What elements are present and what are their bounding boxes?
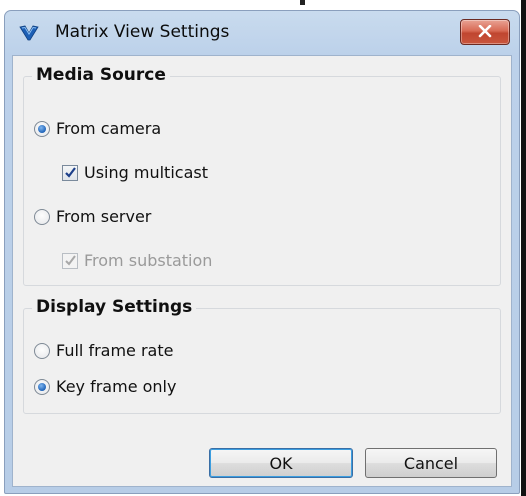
- background-mark: [300, 0, 305, 5]
- using-multicast-checkbox[interactable]: Using multicast: [62, 163, 208, 182]
- title-bar[interactable]: Matrix View Settings: [5, 11, 519, 55]
- display-settings-title: Display Settings: [32, 297, 197, 317]
- display-settings-group: Display Settings Full frame rate Key fra…: [23, 297, 501, 414]
- checkbox-checked-icon: [62, 164, 78, 181]
- window-title: Matrix View Settings: [55, 22, 230, 42]
- radio-selected-icon: [34, 378, 50, 395]
- from-server-label: From server: [56, 207, 152, 226]
- radio-selected-icon: [34, 120, 50, 137]
- ok-button[interactable]: OK: [209, 448, 353, 478]
- full-frame-rate-radio[interactable]: Full frame rate: [34, 341, 173, 360]
- media-source-group: Media Source From camera Using multicast…: [23, 65, 501, 286]
- key-frame-only-label: Key frame only: [56, 377, 177, 396]
- media-source-title: Media Source: [32, 65, 170, 85]
- checkbox-disabled-checked-icon: [62, 252, 78, 269]
- background-edge: [0, 0, 526, 496]
- close-button[interactable]: [460, 19, 510, 45]
- using-multicast-label: Using multicast: [84, 163, 208, 182]
- full-frame-rate-label: Full frame rate: [56, 341, 174, 360]
- cancel-button[interactable]: Cancel: [365, 448, 497, 478]
- from-camera-radio[interactable]: From camera: [34, 119, 161, 138]
- from-camera-label: From camera: [56, 119, 162, 138]
- background-right-edge: [521, 0, 526, 496]
- dialog-window: Matrix View Settings Media Source From c…: [4, 10, 520, 494]
- radio-unselected-icon: [34, 208, 50, 225]
- from-substation-checkbox: From substation: [62, 251, 212, 270]
- from-server-radio[interactable]: From server: [34, 207, 151, 226]
- radio-unselected-icon: [34, 342, 50, 359]
- key-frame-only-radio[interactable]: Key frame only: [34, 377, 176, 396]
- from-substation-label: From substation: [84, 251, 213, 270]
- v-logo-icon: [19, 24, 39, 42]
- dialog-client-area: Media Source From camera Using multicast…: [12, 55, 512, 487]
